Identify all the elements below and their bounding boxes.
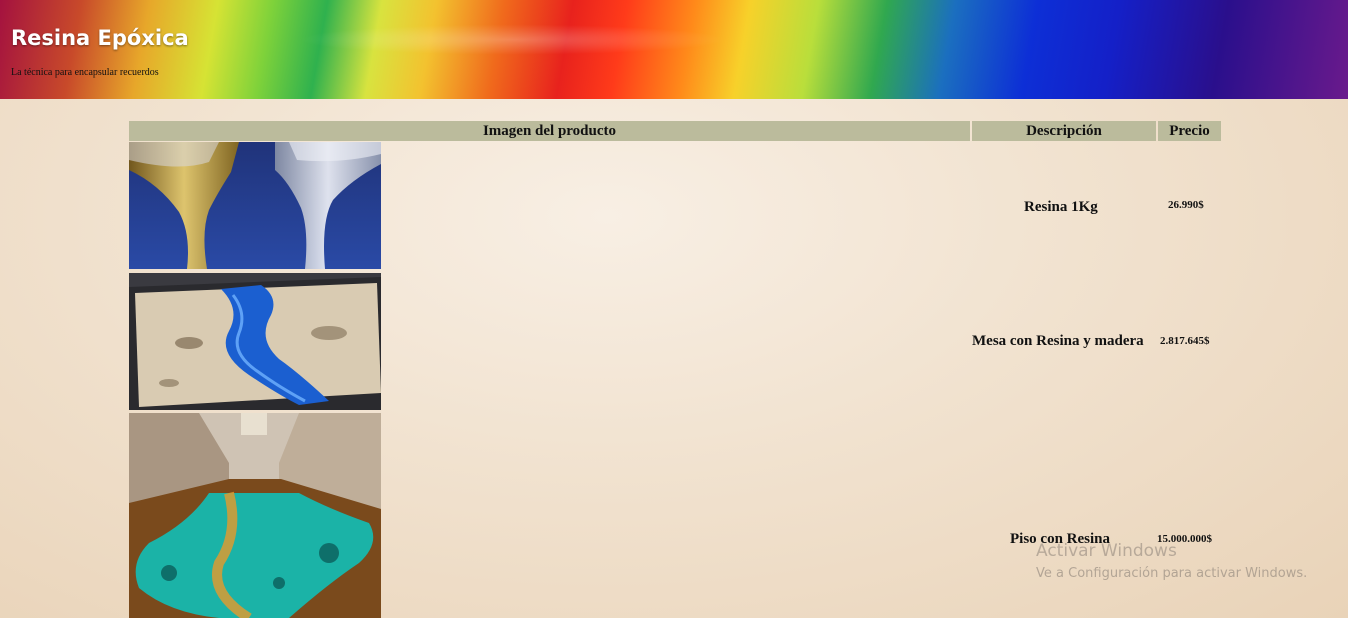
column-header-description: Descripción (972, 121, 1156, 141)
product-description: Resina 1Kg (1024, 199, 1098, 215)
product-price: 26.990$ (1168, 199, 1204, 211)
activation-watermark-title: Activar Windows (1036, 541, 1177, 561)
product-price: 2.817.645$ (1160, 335, 1210, 347)
resin-floor-image (129, 413, 381, 618)
column-header-price: Precio (1158, 121, 1221, 141)
column-header-image: Imagen del producto (129, 121, 970, 141)
site-title: Resina Epóxica (11, 26, 189, 50)
header-banner: Resina Epóxica La técnica para encapsula… (0, 0, 1348, 99)
table-header-row: Imagen del producto Descripción Precio (129, 121, 1221, 141)
site-subtitle: La técnica para encapsular recuerdos (11, 67, 159, 78)
resin-pouring-image (129, 142, 381, 269)
resin-wood-table-image (129, 273, 381, 410)
activation-watermark-text: Ve a Configuración para activar Windows. (1036, 566, 1308, 581)
product-description: Mesa con Resina y madera (972, 333, 1144, 349)
